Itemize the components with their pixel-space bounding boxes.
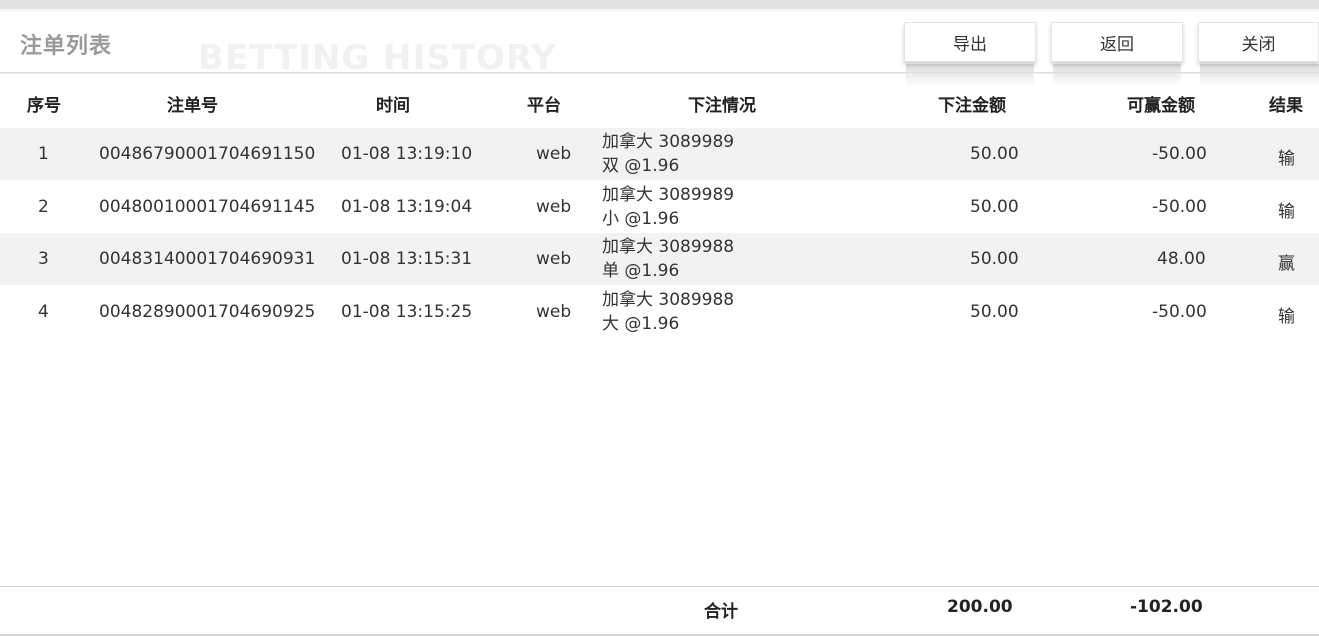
row-result: 输 [1278, 307, 1295, 327]
row-win-amount: 48.00 [1157, 249, 1206, 269]
row-index: 2 [38, 197, 49, 217]
row-detail-line1: 加拿大 3089989 [602, 132, 735, 152]
footer-total-win: -102.00 [1130, 597, 1203, 617]
row-platform: web [536, 302, 572, 322]
row-time: 01-08 13:15:31 [341, 249, 473, 269]
row-detail-line2: 单 @1.96 [602, 261, 680, 281]
table-row: 2 00480010001704691145 01-08 13:19:04 we… [0, 181, 1319, 233]
row-time: 01-08 13:19:10 [341, 144, 473, 164]
row-bet-amount: 50.00 [970, 197, 1019, 217]
row-index: 3 [38, 249, 49, 269]
row-order-no: 00486790001704691150 [99, 144, 316, 164]
row-result: 输 [1278, 202, 1295, 222]
row-platform: web [536, 197, 572, 217]
column-header-bet-amount: 下注金额 [938, 96, 1006, 116]
back-button[interactable]: 返回 [1051, 22, 1183, 62]
back-button-shadow [1053, 64, 1181, 86]
row-win-amount: -50.00 [1152, 197, 1207, 217]
row-time: 01-08 13:15:25 [341, 302, 473, 322]
row-index: 4 [38, 302, 49, 322]
column-header-order-no: 注单号 [167, 96, 218, 116]
column-header-detail: 下注情况 [688, 96, 756, 116]
header-divider [0, 72, 1319, 74]
table-row: 1 00486790001704691150 01-08 13:19:10 we… [0, 128, 1319, 180]
close-button[interactable]: 关闭 [1198, 22, 1319, 62]
row-win-amount: -50.00 [1152, 302, 1207, 322]
column-header-result: 结果 [1269, 96, 1303, 116]
row-bet-amount: 50.00 [970, 144, 1019, 164]
footer-divider-top [0, 586, 1319, 587]
row-platform: web [536, 249, 572, 269]
row-detail-line1: 加拿大 3089988 [602, 237, 735, 257]
export-button-shadow [906, 64, 1034, 86]
column-header-time: 时间 [376, 96, 410, 116]
row-win-amount: -50.00 [1152, 144, 1207, 164]
row-detail: 加拿大 3089988 单 @1.96 [602, 235, 734, 283]
row-time: 01-08 13:19:04 [341, 197, 473, 217]
row-bet-amount: 50.00 [970, 302, 1019, 322]
row-order-no: 00482890001704690925 [99, 302, 316, 322]
table-row: 4 00482890001704690925 01-08 13:15:25 we… [0, 286, 1319, 338]
row-detail-line2: 大 @1.96 [602, 314, 680, 334]
row-detail-line2: 双 @1.96 [602, 156, 680, 176]
row-detail: 加拿大 3089988 大 @1.96 [602, 288, 734, 336]
close-button-shadow [1200, 64, 1319, 86]
row-order-no: 00483140001704690931 [99, 249, 316, 269]
page-title: 注单列表 [20, 34, 113, 59]
footer-divider-bottom [0, 634, 1319, 636]
footer-total-label: 合计 [704, 602, 738, 622]
top-band [0, 0, 1319, 9]
footer-total-bet: 200.00 [947, 597, 1013, 617]
column-header-win-amount: 可赢金额 [1127, 96, 1195, 116]
column-header-platform: 平台 [527, 96, 561, 116]
row-index: 1 [38, 144, 49, 164]
row-detail: 加拿大 3089989 小 @1.96 [602, 183, 734, 231]
row-bet-amount: 50.00 [970, 249, 1019, 269]
row-platform: web [536, 144, 572, 164]
row-detail-line1: 加拿大 3089989 [602, 185, 735, 205]
row-detail-line2: 小 @1.96 [602, 209, 680, 229]
row-detail: 加拿大 3089989 双 @1.96 [602, 130, 734, 178]
row-detail-line1: 加拿大 3089988 [602, 290, 735, 310]
row-result: 输 [1278, 149, 1295, 169]
export-button[interactable]: 导出 [904, 22, 1036, 62]
row-order-no: 00480010001704691145 [99, 197, 316, 217]
column-header-index: 序号 [27, 96, 61, 116]
table-row: 3 00483140001704690931 01-08 13:15:31 we… [0, 233, 1319, 285]
row-result: 赢 [1278, 254, 1295, 274]
